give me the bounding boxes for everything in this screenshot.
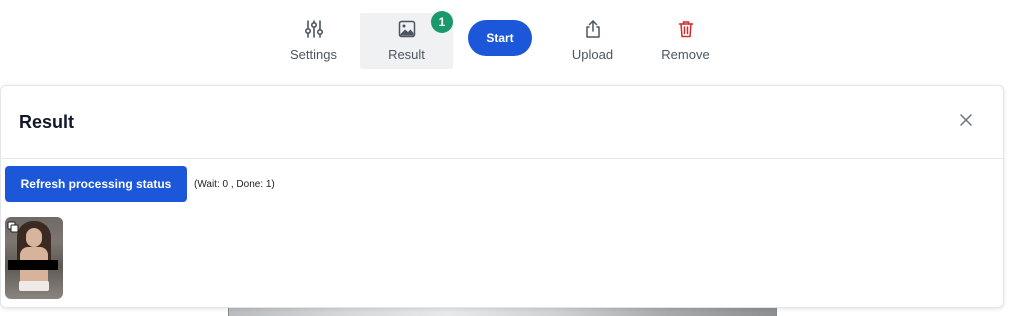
- thumb-shape: [19, 281, 49, 291]
- result-count-badge: 1: [431, 11, 453, 33]
- image-icon: [398, 18, 416, 40]
- trash-icon: [678, 18, 694, 40]
- upload-icon: [583, 18, 603, 40]
- result-thumbnail[interactable]: [5, 217, 63, 299]
- thumb-shape: [26, 228, 42, 247]
- refresh-status-button[interactable]: Refresh processing status: [5, 166, 187, 202]
- remove-label: Remove: [661, 47, 710, 62]
- result-panel: Result Refresh processing status (Wait: …: [0, 85, 1004, 308]
- close-icon: [960, 113, 972, 131]
- upload-label: Upload: [571, 47, 614, 62]
- processing-status-text: (Wait: 0 , Done: 1): [194, 179, 275, 190]
- upload-button[interactable]: Upload: [546, 13, 639, 69]
- result-label: Result: [388, 47, 425, 62]
- panel-divider: [1, 158, 1003, 159]
- close-button[interactable]: [956, 112, 976, 132]
- thumb-censor-bar: [8, 260, 58, 270]
- start-button[interactable]: Start: [468, 20, 532, 56]
- settings-label: Settings: [290, 47, 337, 62]
- sliders-icon: [304, 18, 324, 40]
- copy-icon[interactable]: [7, 220, 19, 233]
- panel-title: Result: [19, 112, 75, 132]
- settings-button[interactable]: Settings: [267, 13, 360, 69]
- toolbar: Settings Result 1 Start Upload Remove: [0, 0, 1009, 75]
- remove-button[interactable]: Remove: [639, 13, 732, 69]
